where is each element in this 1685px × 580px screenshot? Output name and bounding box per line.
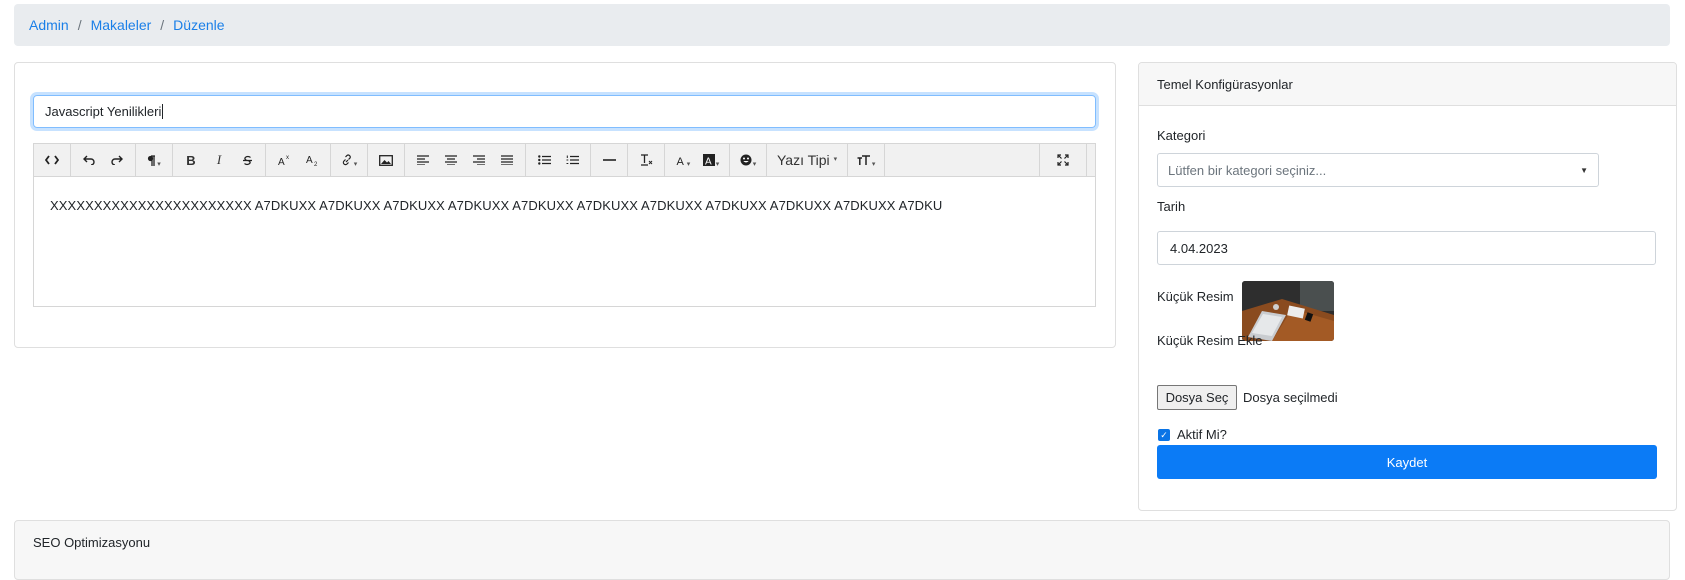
emoji-icon[interactable]: ▾ <box>734 147 762 173</box>
align-left-icon[interactable] <box>409 147 437 173</box>
chevron-down-icon: ▼ <box>1580 165 1588 175</box>
dropdown-caret-icon: ▾ <box>833 156 838 163</box>
align-center-icon[interactable] <box>437 147 465 173</box>
svg-text:A: A <box>278 157 285 166</box>
dropdown-caret-icon: ▾ <box>715 161 720 168</box>
link-icon[interactable]: ▾ <box>335 147 363 173</box>
seo-card: SEO Optimizasyonu <box>14 520 1670 580</box>
svg-text:A: A <box>705 157 712 167</box>
fullscreen-icon <box>1057 154 1069 166</box>
dropdown-caret-icon: ▾ <box>871 161 876 168</box>
font-size-icon[interactable]: ▾ <box>852 147 880 173</box>
svg-text:2: 2 <box>314 162 318 166</box>
text-caret <box>162 104 164 119</box>
code-view-icon[interactable] <box>38 147 66 173</box>
font-color-icon[interactable]: A ▾ <box>669 147 697 173</box>
svg-text:A: A <box>676 156 684 166</box>
undo-icon[interactable] <box>75 147 103 173</box>
bold-icon[interactable]: B <box>177 147 205 173</box>
category-label: Kategori <box>1157 128 1206 143</box>
config-card-header: Temel Konfigürasyonlar <box>1139 63 1676 106</box>
date-input[interactable]: 4.04.2023 <box>1157 231 1656 265</box>
title-input[interactable]: Javascript Yenilikleri <box>33 95 1096 128</box>
save-button[interactable]: Kaydet <box>1157 445 1657 479</box>
editor-content-text: XXXXXXXXXXXXXXXXXXXXXXX A7DKUXX A7DKUXX … <box>50 198 943 213</box>
ordered-list-icon[interactable] <box>558 147 586 173</box>
fullscreen-button[interactable] <box>1039 144 1087 176</box>
editor-toolbar: ▾ B I Ax A2 ▾ A ▾ A ▾ ▾ Yazı Tipi ▾ ▾ <box>33 143 1096 177</box>
category-select[interactable]: Lütfen bir kategori seçiniz... ▼ <box>1157 153 1599 187</box>
date-value: 4.04.2023 <box>1170 240 1228 256</box>
dropdown-caret-icon: ▾ <box>752 161 757 168</box>
add-thumbnail-label: Küçük Resim Ekle <box>1157 333 1263 348</box>
paragraph-icon[interactable]: ▾ <box>140 147 168 173</box>
file-status-text: Dosya seçilmedi <box>1243 390 1338 405</box>
breadcrumb-separator: / <box>160 17 165 33</box>
subscript-icon[interactable]: A2 <box>298 147 326 173</box>
font-family-dropdown[interactable]: Yazı Tipi ▾ <box>771 147 843 173</box>
breadcrumb-separator: / <box>77 17 82 33</box>
font-family-label: Yazı Tipi <box>777 152 830 168</box>
dropdown-caret-icon: ▾ <box>157 161 161 168</box>
breadcrumb-admin[interactable]: Admin <box>29 17 69 33</box>
image-icon[interactable] <box>372 147 400 173</box>
align-justify-icon[interactable] <box>493 147 521 173</box>
editor-card: Javascript Yenilikleri ▾ B I A x A 2 ▾ A… <box>14 62 1116 348</box>
strikethrough-icon[interactable] <box>233 147 261 173</box>
svg-text:A: A <box>306 155 313 166</box>
dropdown-caret-icon: ▾ <box>686 161 691 168</box>
dropdown-caret-icon: ▾ <box>353 161 358 168</box>
breadcrumb-articles[interactable]: Makaleler <box>91 17 152 33</box>
active-checkbox[interactable]: ✓ <box>1158 429 1170 441</box>
align-right-icon[interactable] <box>465 147 493 173</box>
horizontal-rule-icon[interactable] <box>595 147 623 173</box>
title-input-value: Javascript Yenilikleri <box>45 104 162 119</box>
clear-format-icon[interactable] <box>632 147 660 173</box>
date-label: Tarih <box>1157 199 1186 214</box>
editor-content-area[interactable]: XXXXXXXXXXXXXXXXXXXXXXX A7DKUXX A7DKUXX … <box>33 177 1096 307</box>
category-placeholder: Lütfen bir kategori seçiniz... <box>1168 162 1327 178</box>
thumbnail-image <box>1242 281 1334 341</box>
thumbnail-label: Küçük Resim <box>1157 289 1234 304</box>
background-color-icon[interactable]: A ▾ <box>697 147 725 173</box>
choose-file-button[interactable]: Dosya Seç <box>1157 385 1237 410</box>
unordered-list-icon[interactable] <box>530 147 558 173</box>
breadcrumb-edit[interactable]: Düzenle <box>173 17 224 33</box>
superscript-icon[interactable]: Ax <box>270 147 298 173</box>
breadcrumb: Admin / Makaleler / Düzenle <box>14 4 1670 46</box>
svg-text:x: x <box>286 155 289 161</box>
config-card-title: Temel Konfigürasyonlar <box>1157 76 1293 92</box>
checkmark-icon: ✓ <box>1160 429 1168 440</box>
config-card: Temel Konfigürasyonlar Kategori Lütfen b… <box>1138 62 1677 511</box>
seo-card-title: SEO Optimizasyonu <box>33 535 151 550</box>
redo-icon[interactable] <box>103 147 131 173</box>
italic-icon[interactable]: I <box>205 147 233 173</box>
active-label: Aktif Mi? <box>1177 427 1227 442</box>
